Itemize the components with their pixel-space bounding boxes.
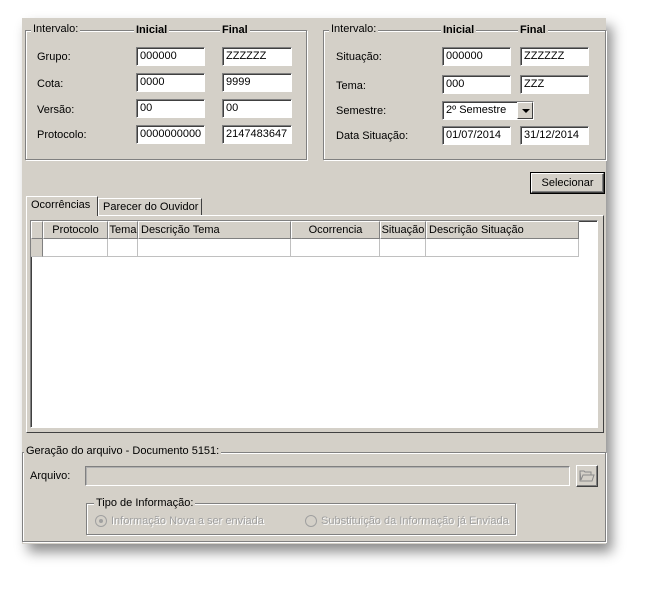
- protocolo-label: Protocolo:: [37, 129, 87, 141]
- arquivo-input[interactable]: [85, 466, 570, 486]
- column-header-descricao-tema[interactable]: Descrição Tema: [138, 221, 291, 239]
- grid-cell-descricao-situacao[interactable]: [426, 239, 579, 257]
- grupo-label: Grupo:: [37, 51, 71, 63]
- situacao-inicial-input[interactable]: 000000: [442, 47, 511, 66]
- grid-cell-situacao[interactable]: [380, 239, 426, 257]
- left-col-final: Final: [220, 24, 250, 36]
- right-col-final: Final: [518, 24, 548, 36]
- tema-final-input[interactable]: ZZZ: [520, 75, 589, 94]
- grid-cell-ocorrencia[interactable]: [291, 239, 380, 257]
- right-interval-legend: Intervalo:: [329, 23, 379, 35]
- column-header-situacao[interactable]: Situação: [380, 221, 426, 239]
- row-indicator-header: [31, 221, 43, 239]
- data-situacao-inicial-input[interactable]: 01/07/2014: [442, 126, 511, 145]
- column-header-descricao-situacao[interactable]: Descrição Situação: [426, 221, 579, 239]
- cota-final-input[interactable]: 9999: [222, 73, 292, 92]
- versao-final-input[interactable]: 00: [222, 99, 292, 118]
- ocorrencias-grid[interactable]: Protocolo Tema Descrição Tema Ocorrencia…: [30, 220, 598, 428]
- substituicao-label: Substituição da Informação já Enviada: [321, 515, 509, 527]
- versao-label: Versão:: [37, 104, 75, 116]
- grid-cell-descricao-tema[interactable]: [138, 239, 291, 257]
- data-situacao-label: Data Situação:: [336, 130, 409, 142]
- cota-label: Cota:: [37, 78, 64, 90]
- informacao-nova-label: Informação Nova a ser enviada: [111, 515, 264, 527]
- form-window: Intervalo: Inicial Final Grupo: 000000 Z…: [22, 18, 606, 544]
- chevron-down-icon[interactable]: [517, 102, 533, 119]
- tab-parecer-ouvidor[interactable]: Parecer do Ouvidor: [98, 198, 202, 216]
- grid-cell-protocolo[interactable]: [43, 239, 108, 257]
- grid-cell-tema[interactable]: [108, 239, 138, 257]
- open-folder-icon: [579, 470, 595, 482]
- arquivo-label: Arquivo:: [30, 470, 71, 482]
- tab-ocorrencias[interactable]: Ocorrências: [26, 196, 98, 216]
- semestre-label: Semestre:: [336, 105, 387, 117]
- situacao-final-input[interactable]: ZZZZZZ: [520, 47, 589, 66]
- grupo-inicial-input[interactable]: 000000: [136, 47, 205, 66]
- semestre-select[interactable]: 2º Semestre: [442, 101, 534, 120]
- right-col-inicial: Inicial: [441, 24, 477, 36]
- file-generation-legend: Geração do arquivo - Documento 5151:: [24, 445, 222, 457]
- protocolo-inicial-input[interactable]: 0000000000: [136, 125, 205, 144]
- column-header-ocorrencia[interactable]: Ocorrencia: [291, 221, 380, 239]
- open-folder-button[interactable]: [576, 465, 598, 487]
- row-indicator[interactable]: [31, 239, 43, 257]
- left-col-inicial: Inicial: [134, 24, 170, 36]
- grupo-final-input[interactable]: ZZZZZZ: [222, 47, 292, 66]
- protocolo-final-input[interactable]: 2147483647: [222, 125, 292, 144]
- radio-informacao-nova[interactable]: [95, 515, 107, 527]
- column-header-protocolo[interactable]: Protocolo: [43, 221, 108, 239]
- versao-inicial-input[interactable]: 00: [136, 99, 205, 118]
- data-situacao-final-input[interactable]: 31/12/2014: [520, 126, 589, 145]
- selecionar-button[interactable]: Selecionar: [530, 172, 605, 194]
- tipo-informacao-legend: Tipo de Informação:: [94, 497, 196, 509]
- column-header-tema[interactable]: Tema: [108, 221, 138, 239]
- left-interval-legend: Intervalo:: [31, 23, 81, 35]
- semestre-value: 2º Semestre: [446, 104, 507, 116]
- tema-label: Tema:: [336, 80, 366, 92]
- tema-inicial-input[interactable]: 000: [442, 75, 511, 94]
- radio-substituicao[interactable]: [305, 515, 317, 527]
- situacao-label: Situação:: [336, 51, 382, 63]
- cota-inicial-input[interactable]: 0000: [136, 73, 205, 92]
